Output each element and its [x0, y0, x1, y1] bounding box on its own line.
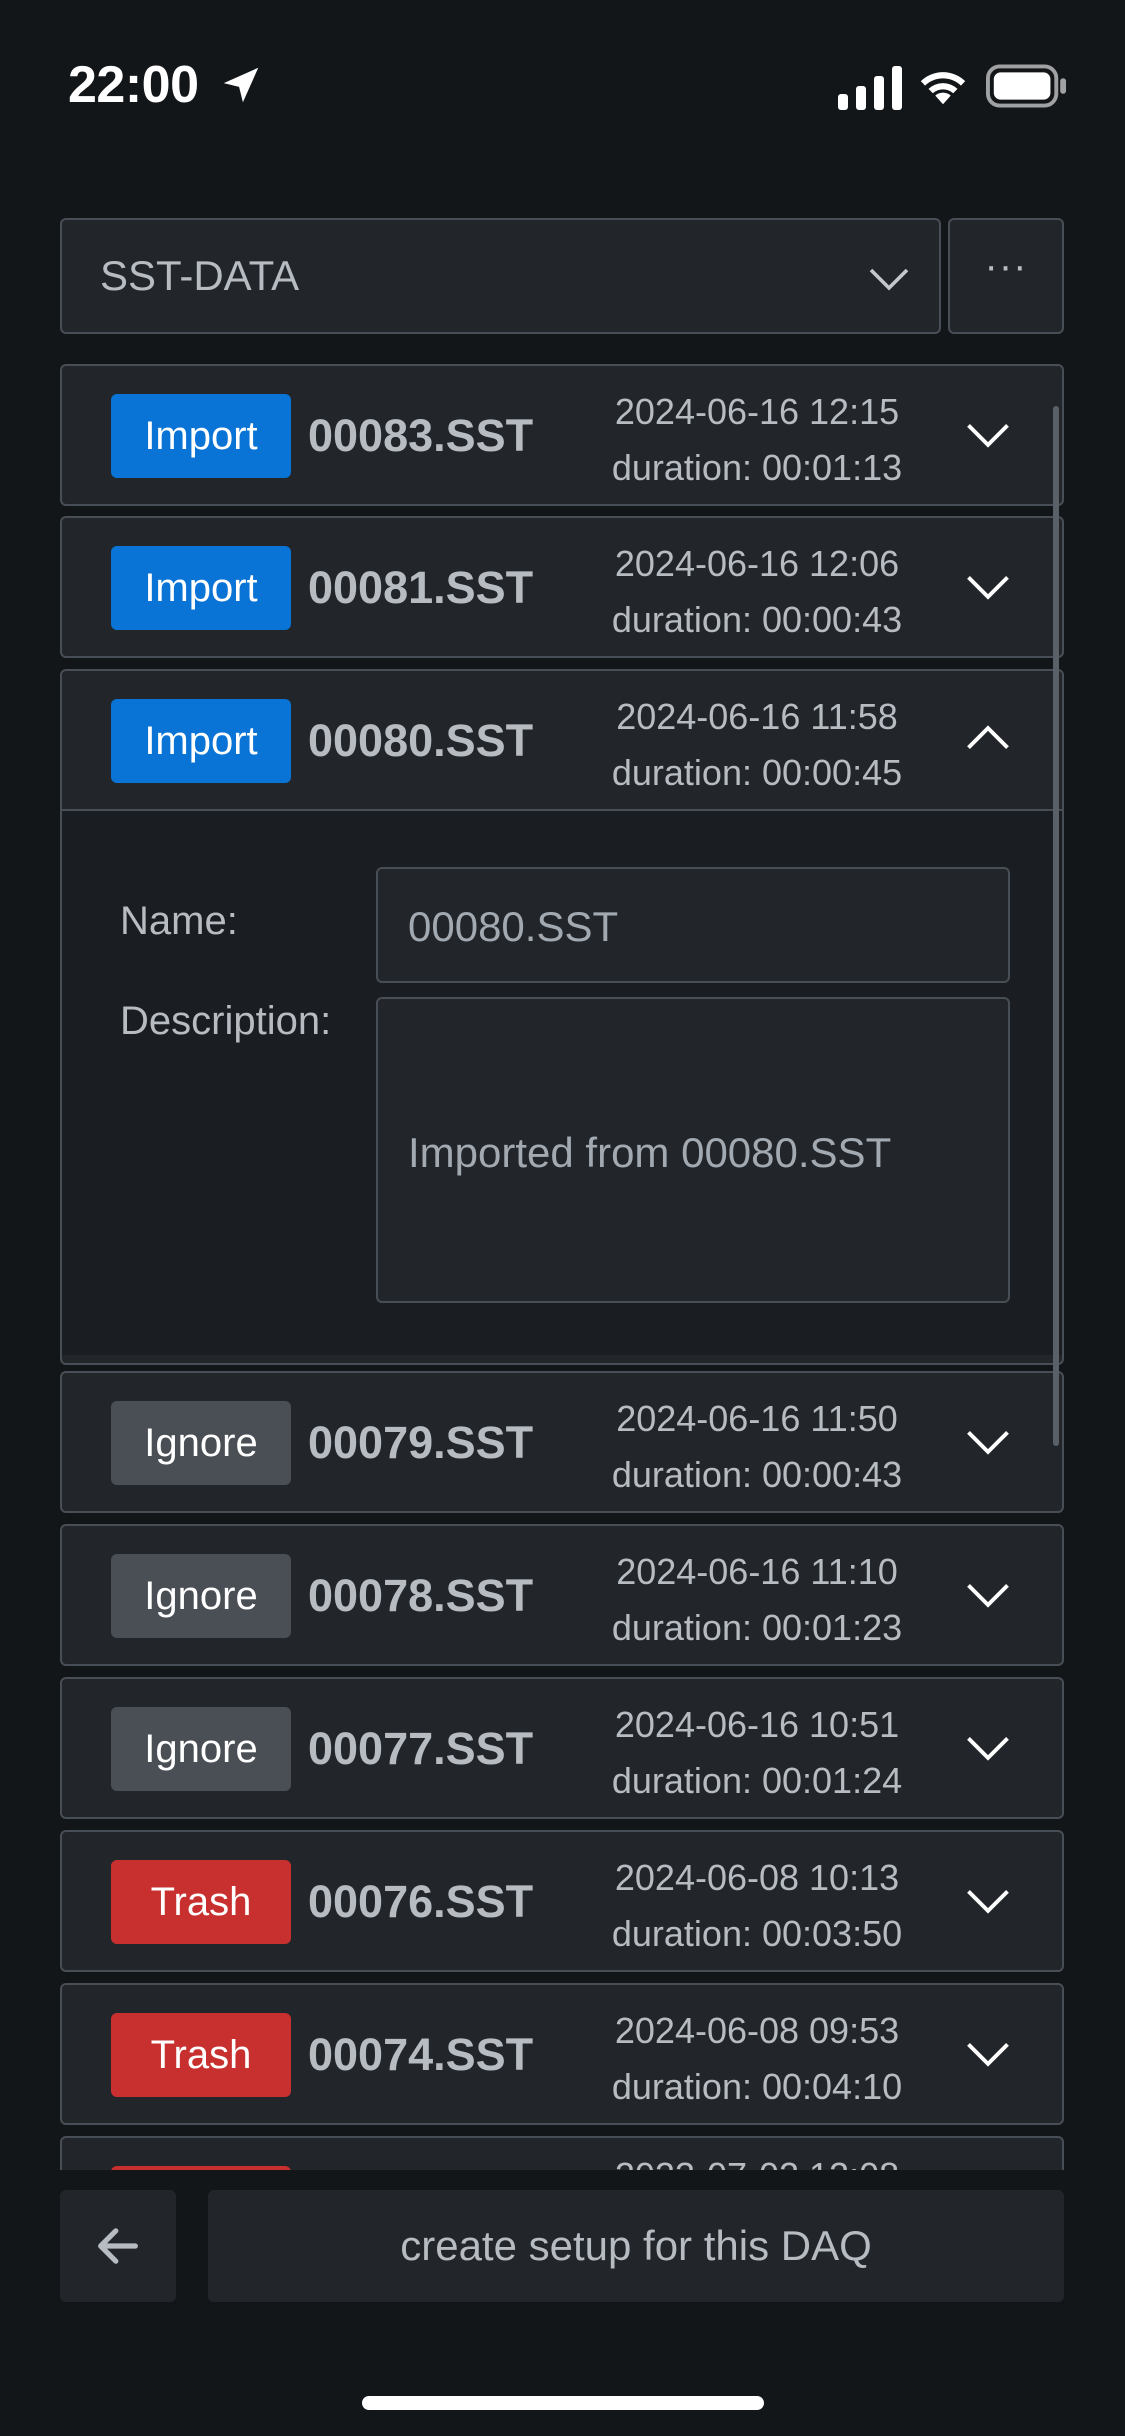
create-setup-button[interactable]: create setup for this DAQ	[208, 2190, 1064, 2302]
file-duration: duration: 00:04:10	[611, 2066, 903, 2107]
file-meta: 2024-06-16 11:58 duration: 00:00:45	[547, 689, 967, 801]
status-toggle-button[interactable]: Ignore	[111, 1707, 291, 1791]
file-name: 00077.SST	[308, 1723, 534, 1774]
file-duration: duration: 00:00:43	[611, 599, 903, 640]
back-button[interactable]	[60, 2190, 176, 2302]
wifi-icon	[920, 72, 966, 105]
status-toggle-button[interactable]: Trash	[111, 2013, 291, 2097]
file-name: 00080.SST	[308, 715, 534, 766]
file-name: 00074.SST	[308, 2029, 534, 2080]
chevron-down-icon[interactable]	[962, 560, 1014, 612]
chevron-down-icon[interactable]	[962, 1721, 1014, 1773]
file-date: 2024-06-16 10:51	[614, 1704, 900, 1745]
more-options-button[interactable]: ···	[948, 218, 1064, 334]
file-meta: 2024-06-16 11:50 duration: 00:00:43	[547, 1391, 967, 1503]
status-time: 22:00	[68, 56, 199, 114]
chevron-down-icon[interactable]	[962, 1568, 1014, 1620]
screen: 22:00 SST-DATA ··· Import 00083.SST 2024…	[0, 0, 1125, 2436]
file-name: 00076.SST	[308, 1876, 534, 1927]
file-name: 00083.SST	[308, 410, 534, 461]
chevron-down-icon[interactable]	[962, 2027, 1014, 2079]
name-field[interactable]: 00080.SST	[376, 867, 1010, 983]
chevron-down-icon[interactable]	[962, 1415, 1014, 1467]
status-toggle-button[interactable]: Import	[111, 394, 291, 478]
battery-icon	[986, 64, 1067, 108]
status-toggle-button[interactable]	[111, 2166, 291, 2170]
status-toggle-button[interactable]: Import	[111, 699, 291, 783]
device-select-value: SST-DATA	[100, 252, 300, 299]
file-date: 2024-06-16 12:06	[614, 543, 900, 584]
file-item[interactable]: Ignore 00078.SST 2024-06-16 11:10 durati…	[60, 1524, 1064, 1666]
file-item-header[interactable]: Ignore 00077.SST 2024-06-16 10:51 durati…	[62, 1679, 1062, 1817]
chevron-down-icon[interactable]	[962, 408, 1014, 460]
file-date: 2024-06-16 11:58	[616, 696, 898, 737]
signal-bars-icon	[838, 66, 902, 110]
description-label: Description:	[120, 999, 332, 1043]
status-bar: 22:00	[0, 0, 1125, 170]
file-item[interactable]: Trash 00076.SST 2024-06-08 10:13 duratio…	[60, 1830, 1064, 1972]
file-item[interactable]: Import 00081.SST 2024-06-16 12:06 durati…	[60, 516, 1064, 658]
status-toggle-button[interactable]: Ignore	[111, 1401, 291, 1485]
file-item-header[interactable]: Trash 00076.SST 2024-06-08 10:13 duratio…	[62, 1832, 1062, 1970]
location-arrow-icon	[223, 67, 259, 103]
chevron-down-icon[interactable]	[962, 1874, 1014, 1926]
file-meta: 2024-06-16 10:51 duration: 00:01:24	[547, 1697, 967, 1809]
file-name: 00079.SST	[308, 1417, 534, 1468]
file-duration: duration: 00:01:13	[611, 447, 903, 488]
file-item-header[interactable]: Trash 00074.SST 2024-06-08 09:53 duratio…	[62, 1985, 1062, 2123]
file-item-header[interactable]: 2023-07-02 12:08	[62, 2138, 1062, 2170]
file-date: 2024-06-16 11:50	[616, 1398, 898, 1439]
file-duration: duration: 00:01:24	[611, 1760, 903, 1801]
file-date: 2024-06-08 10:13	[614, 1857, 900, 1898]
file-duration: duration: 00:00:45	[611, 752, 903, 793]
file-duration: duration: 00:00:43	[611, 1454, 903, 1495]
file-item[interactable]: Ignore 00079.SST 2024-06-16 11:50 durati…	[60, 1371, 1064, 1513]
file-name: 00078.SST	[308, 1570, 534, 1621]
file-meta: 2023-07-02 12:08	[547, 2148, 967, 2170]
list-scrollbar[interactable]	[1053, 406, 1059, 1446]
file-meta: 2024-06-08 09:53 duration: 00:04:10	[547, 2003, 967, 2115]
file-item-header[interactable]: Import 00081.SST 2024-06-16 12:06 durati…	[62, 518, 1062, 656]
file-item-header[interactable]: Import 00083.SST 2024-06-16 12:15 durati…	[62, 366, 1062, 504]
file-item-header[interactable]: Import 00080.SST 2024-06-16 11:58 durati…	[62, 671, 1062, 809]
file-item[interactable]: Trash 00074.SST 2024-06-08 09:53 duratio…	[60, 1983, 1064, 2125]
file-duration: duration: 00:03:50	[611, 1913, 903, 1954]
file-date: 2024-06-16 12:15	[614, 391, 900, 432]
status-toggle-button[interactable]: Ignore	[111, 1554, 291, 1638]
name-label: Name:	[120, 899, 238, 943]
file-item[interactable]: Import 00083.SST 2024-06-16 12:15 durati…	[60, 364, 1064, 506]
status-toggle-button[interactable]: Trash	[111, 1860, 291, 1944]
file-meta: 2024-06-16 11:10 duration: 00:01:23	[547, 1544, 967, 1656]
file-item[interactable]: Ignore 00077.SST 2024-06-16 10:51 durati…	[60, 1677, 1064, 1819]
description-field[interactable]: Imported from 00080.SST	[376, 997, 1010, 1303]
chevron-up-icon[interactable]	[962, 713, 1014, 765]
file-item-header[interactable]: Ignore 00078.SST 2024-06-16 11:10 durati…	[62, 1526, 1062, 1664]
file-name: 00081.SST	[308, 562, 534, 613]
file-date: 2023-07-02 12:08	[547, 2148, 967, 2170]
file-meta: 2024-06-16 12:15 duration: 00:01:13	[547, 384, 967, 496]
device-select[interactable]: SST-DATA	[60, 218, 941, 334]
file-item-expanded[interactable]: Import 00080.SST 2024-06-16 11:58 durati…	[60, 669, 1064, 1365]
file-meta: 2024-06-08 10:13 duration: 00:03:50	[547, 1850, 967, 1962]
chevron-down-icon	[869, 268, 909, 291]
home-indicator[interactable]	[362, 2396, 764, 2410]
file-meta: 2024-06-16 12:06 duration: 00:00:43	[547, 536, 967, 648]
file-date: 2024-06-16 11:10	[616, 1551, 898, 1592]
ellipsis-icon: ···	[984, 244, 1028, 288]
file-date: 2024-06-08 09:53	[614, 2010, 900, 2051]
arrow-left-icon	[98, 2228, 138, 2264]
file-details: Name: 00080.SST Description: Imported fr…	[62, 809, 1062, 1355]
file-item-header[interactable]: Ignore 00079.SST 2024-06-16 11:50 durati…	[62, 1373, 1062, 1511]
status-toggle-button[interactable]: Import	[111, 546, 291, 630]
file-list[interactable]: Import 00083.SST 2024-06-16 12:15 durati…	[60, 364, 1064, 2170]
file-item-partial[interactable]: 2023-07-02 12:08	[60, 2136, 1064, 2170]
file-duration: duration: 00:01:23	[611, 1607, 903, 1648]
